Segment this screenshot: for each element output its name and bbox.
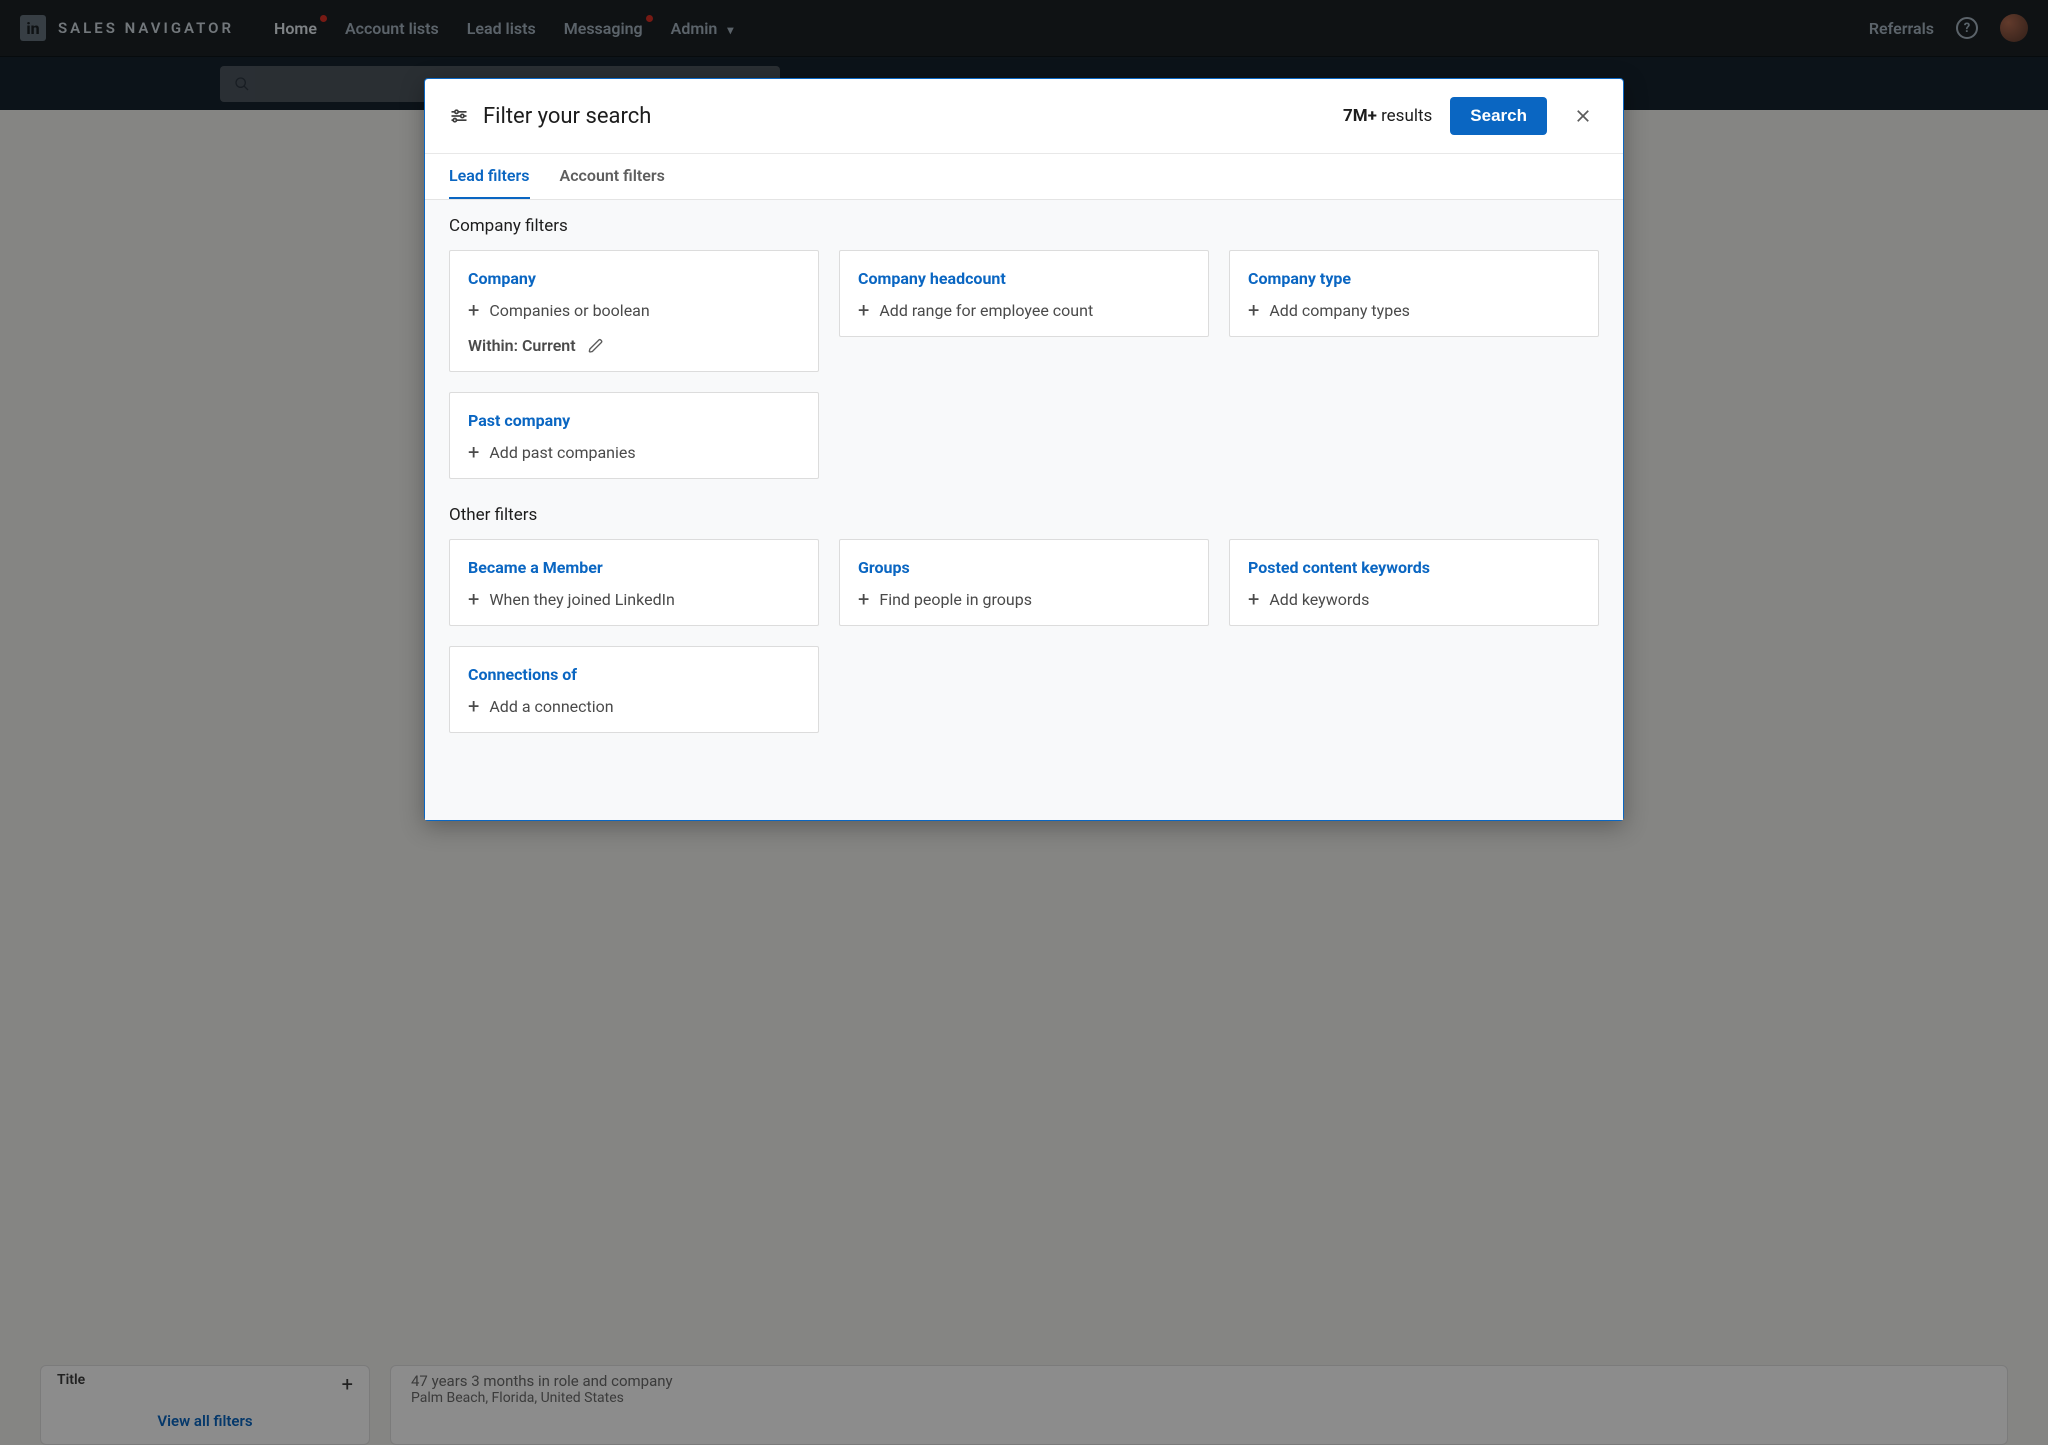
filter-card-became-member[interactable]: Became a Member + When they joined Linke… xyxy=(449,539,819,626)
results-count-number: 7M+ xyxy=(1343,106,1377,126)
results-count-word: results xyxy=(1381,106,1432,126)
filter-card-connections-of[interactable]: Connections of + Add a connection xyxy=(449,646,819,733)
plus-icon: + xyxy=(468,300,479,320)
filter-card-action-label: Add a connection xyxy=(489,697,613,716)
filter-card-title: Past company xyxy=(468,411,800,430)
filter-card-action[interactable]: + Add a connection xyxy=(468,696,800,716)
modal-title: Filter your search xyxy=(483,104,1343,129)
tab-lead-filters[interactable]: Lead filters xyxy=(449,154,530,199)
plus-icon: + xyxy=(858,589,869,609)
filter-card-action-label: Add range for employee count xyxy=(879,301,1093,320)
plus-icon: + xyxy=(468,442,479,462)
filter-card-company-type[interactable]: Company type + Add company types xyxy=(1229,250,1599,337)
close-icon xyxy=(1574,107,1592,125)
section-other-filters: Other filters xyxy=(449,505,1599,525)
plus-icon: + xyxy=(1248,589,1259,609)
filter-card-title: Company type xyxy=(1248,269,1580,288)
search-button[interactable]: Search xyxy=(1450,97,1547,135)
filter-card-action-label: Find people in groups xyxy=(879,590,1032,609)
filter-card-action[interactable]: + Companies or boolean xyxy=(468,300,800,320)
filter-card-action-label: Add keywords xyxy=(1269,590,1369,609)
filter-card-title: Groups xyxy=(858,558,1190,577)
plus-icon: + xyxy=(1248,300,1259,320)
modal-header: Filter your search 7M+ results Search xyxy=(425,79,1623,154)
section-company-filters: Company filters xyxy=(449,216,1599,236)
sliders-icon xyxy=(449,106,469,126)
plus-icon: + xyxy=(858,300,869,320)
filter-card-title: Company xyxy=(468,269,800,288)
filter-card-past-company[interactable]: Past company + Add past companies xyxy=(449,392,819,479)
filter-card-action-label: When they joined LinkedIn xyxy=(489,590,674,609)
filter-card-title: Posted content keywords xyxy=(1248,558,1580,577)
tab-account-filters[interactable]: Account filters xyxy=(560,154,665,199)
filter-card-title: Became a Member xyxy=(468,558,800,577)
filter-card-action-label: Add company types xyxy=(1269,301,1410,320)
modal-overlay: Filter your search 7M+ results Search Le… xyxy=(0,0,2048,1445)
filter-modal: Filter your search 7M+ results Search Le… xyxy=(424,78,1624,821)
filter-tabs: Lead filters Account filters xyxy=(425,154,1623,200)
filter-card-action[interactable]: + Add past companies xyxy=(468,442,800,462)
filter-card-within-label: Within: Current xyxy=(468,336,576,355)
filter-card-action[interactable]: + Add company types xyxy=(1248,300,1580,320)
filter-card-company[interactable]: Company + Companies or boolean Within: C… xyxy=(449,250,819,372)
plus-icon: + xyxy=(468,589,479,609)
filter-card-title: Connections of xyxy=(468,665,800,684)
results-count: 7M+ results xyxy=(1343,106,1432,126)
filter-card-title: Company headcount xyxy=(858,269,1190,288)
filter-card-action[interactable]: + Add keywords xyxy=(1248,589,1580,609)
plus-icon: + xyxy=(468,696,479,716)
filter-card-within-row[interactable]: Within: Current xyxy=(468,336,800,355)
filter-card-company-headcount[interactable]: Company headcount + Add range for employ… xyxy=(839,250,1209,337)
modal-body: Company filters Company + Companies or b… xyxy=(425,200,1623,820)
pencil-icon xyxy=(588,338,604,354)
filter-card-action[interactable]: + Add range for employee count xyxy=(858,300,1190,320)
close-button[interactable] xyxy=(1567,100,1599,132)
filter-card-action-label: Add past companies xyxy=(489,443,635,462)
filter-card-action[interactable]: + When they joined LinkedIn xyxy=(468,589,800,609)
filter-card-groups[interactable]: Groups + Find people in groups xyxy=(839,539,1209,626)
filter-card-posted-content-keywords[interactable]: Posted content keywords + Add keywords xyxy=(1229,539,1599,626)
filter-card-action-label: Companies or boolean xyxy=(489,301,649,320)
filter-card-action[interactable]: + Find people in groups xyxy=(858,589,1190,609)
